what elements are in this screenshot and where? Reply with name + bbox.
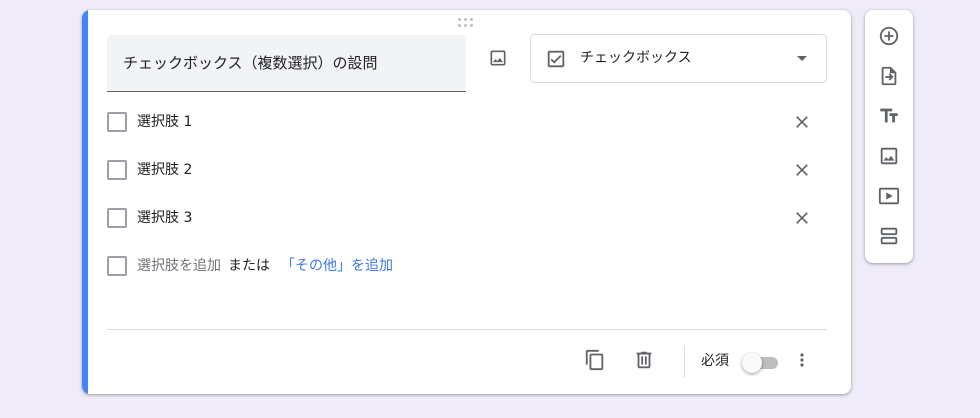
add-question-icon	[879, 26, 899, 46]
remove-option-button[interactable]	[784, 200, 820, 236]
footer-divider	[107, 329, 827, 330]
option-checkbox	[107, 208, 127, 228]
duplicate-question-button[interactable]	[577, 342, 613, 378]
remove-option-button[interactable]	[784, 104, 820, 140]
footer-separator	[684, 346, 685, 378]
add-section-icon	[880, 227, 898, 245]
question-type-dropdown[interactable]: チェックボックス	[530, 34, 827, 83]
option-label-input[interactable]: 選択肢 3	[137, 198, 192, 238]
option-checkbox	[107, 112, 127, 132]
question-type-label: チェックボックス	[580, 50, 692, 66]
drag-handle-icon[interactable]	[458, 18, 476, 28]
add-image-to-question-button[interactable]	[480, 40, 516, 76]
remove-option-button[interactable]	[784, 152, 820, 188]
add-image-icon	[880, 147, 898, 165]
trash-icon	[636, 351, 652, 369]
add-option-row: 選択肢を追加 または 「その他」を追加	[107, 246, 827, 286]
required-toggle[interactable]	[742, 353, 780, 373]
add-video-button[interactable]	[871, 178, 907, 214]
option-label-input[interactable]: 選択肢 2	[137, 150, 192, 190]
toggle-thumb	[742, 353, 762, 373]
add-other-option-link[interactable]: 「その他」を追加	[281, 246, 393, 286]
option-row: 選択肢 2	[107, 150, 827, 190]
close-icon	[796, 116, 808, 128]
question-title-input[interactable]: チェックボックス（複数選択）の設問	[107, 35, 466, 92]
option-checkbox	[107, 256, 127, 276]
add-video-icon	[878, 187, 900, 205]
delete-question-button[interactable]	[626, 342, 662, 378]
active-card-indicator	[82, 10, 88, 394]
copy-icon	[585, 349, 604, 371]
question-card[interactable]: チェックボックス（複数選択）の設問 チェックボックス 選択肢 1 選択肢 2 選…	[82, 10, 851, 394]
option-row: 選択肢 3	[107, 198, 827, 238]
more-vert-icon	[800, 353, 804, 367]
add-question-button[interactable]	[871, 18, 907, 54]
option-label-input[interactable]: 選択肢 1	[137, 102, 192, 142]
option-row: 選択肢 1	[107, 102, 827, 142]
add-image-button[interactable]	[871, 138, 907, 174]
side-toolbar	[865, 10, 913, 263]
close-icon	[796, 212, 808, 224]
add-title-button[interactable]	[871, 98, 907, 134]
add-title-icon	[880, 108, 898, 123]
or-text: または	[228, 258, 270, 274]
option-checkbox	[107, 160, 127, 180]
checkbox-checked-icon	[547, 50, 565, 68]
close-icon	[796, 164, 808, 176]
required-label: 必須	[701, 353, 729, 369]
import-questions-button[interactable]	[871, 58, 907, 94]
add-section-button[interactable]	[871, 218, 907, 254]
more-options-button[interactable]	[784, 342, 820, 378]
caret-down-icon	[797, 56, 807, 61]
image-icon	[490, 50, 506, 66]
add-option-button[interactable]: 選択肢を追加	[137, 246, 221, 286]
import-questions-icon	[881, 66, 897, 86]
